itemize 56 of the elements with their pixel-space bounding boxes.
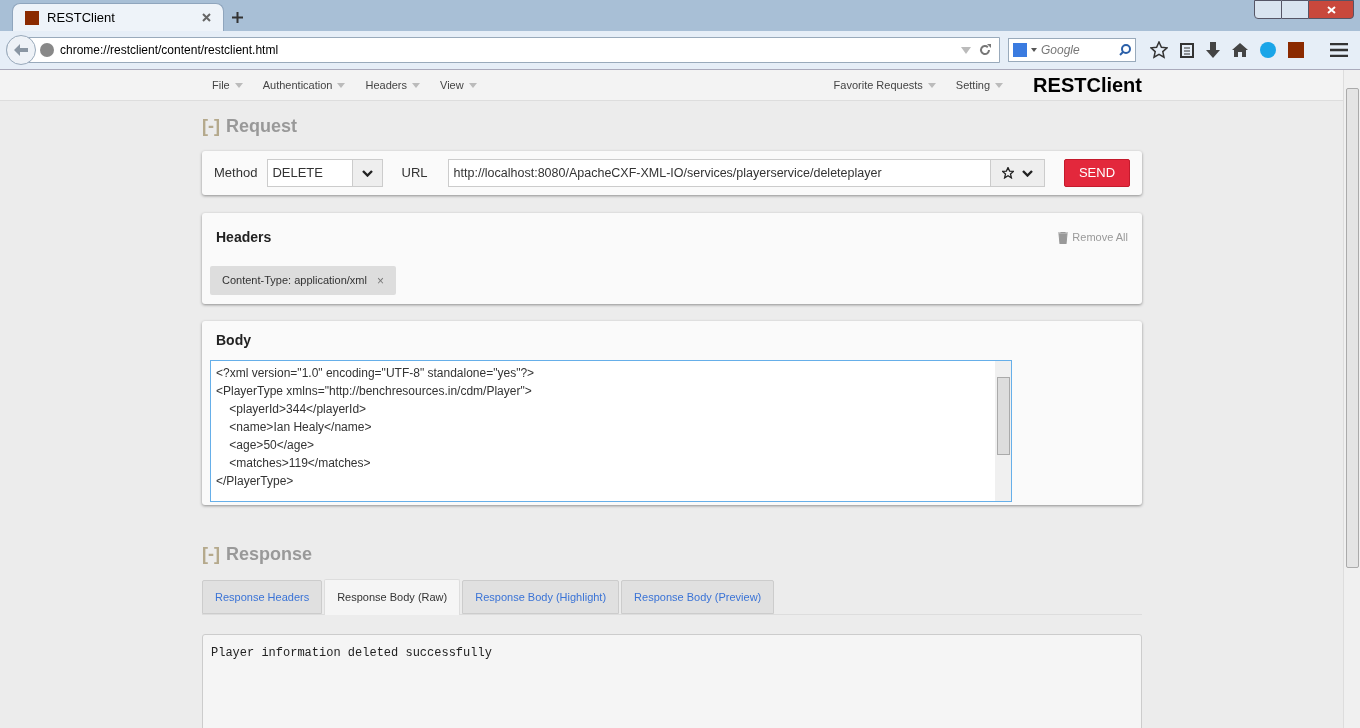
header-text: Content-Type: application/xml <box>222 273 367 289</box>
body-heading: Body <box>215 331 252 350</box>
download-icon[interactable] <box>1206 42 1220 58</box>
minimize-button[interactable] <box>1254 0 1282 19</box>
browser-tab[interactable]: RESTClient <box>12 3 224 31</box>
tab-title: RESTClient <box>47 8 116 27</box>
star-icon[interactable] <box>1002 167 1015 179</box>
app-brand: RESTClient <box>1033 73 1142 98</box>
reload-icon[interactable] <box>979 44 991 56</box>
response-tab[interactable]: Response Headers <box>202 580 323 614</box>
search-field[interactable]: Google <box>1008 38 1136 62</box>
close-icon[interactable] <box>202 13 211 22</box>
headers-heading: Headers <box>216 228 272 247</box>
new-tab-icon[interactable] <box>232 12 243 23</box>
chevron-down-icon <box>361 169 373 177</box>
caret-icon <box>234 82 243 88</box>
menu-item[interactable]: Setting <box>955 76 1004 94</box>
menu-item[interactable]: View <box>440 76 477 94</box>
response-tab[interactable]: Response Body (Preview) <box>621 580 775 614</box>
bookmark-star-icon[interactable] <box>1150 41 1168 59</box>
response-tab[interactable]: Response Body (Raw) <box>324 579 461 615</box>
caret-icon <box>995 82 1004 88</box>
menu-item[interactable]: File <box>212 76 243 94</box>
menu-item[interactable]: Authentication <box>262 76 346 94</box>
page-scrollbar[interactable] <box>1343 70 1360 728</box>
chevron-down-icon[interactable] <box>1022 169 1034 177</box>
back-button[interactable] <box>6 35 36 65</box>
caret-icon <box>927 82 936 88</box>
url-label: URL <box>401 164 428 183</box>
scrollbar[interactable] <box>995 361 1011 501</box>
menu-icon[interactable] <box>1330 43 1348 57</box>
menu-item[interactable]: Favorite Requests <box>833 76 936 94</box>
request-heading: Request <box>226 114 297 138</box>
response-heading: Response <box>226 542 312 566</box>
url-field[interactable]: http://localhost:8080/ApacheCXF-XML-IO/services/playerservice/deleteplayer <box>447 159 1046 187</box>
clipboard-icon[interactable] <box>1180 42 1194 58</box>
app-icon <box>25 10 39 25</box>
method-select[interactable]: DELETE <box>267 159 383 187</box>
caret-icon <box>337 82 346 88</box>
menu-item[interactable]: Headers <box>365 76 421 94</box>
close-icon <box>1326 5 1336 14</box>
caret-icon <box>1031 48 1037 52</box>
response-output: Player information deleted successfully <box>202 634 1142 728</box>
method-label: Method <box>214 164 258 183</box>
body-textarea[interactable] <box>210 360 1012 502</box>
close-button[interactable] <box>1308 0 1354 19</box>
trash-icon <box>1058 231 1069 244</box>
maximize-button[interactable] <box>1282 0 1308 19</box>
response-tab[interactable]: Response Body (Highlight) <box>462 580 620 614</box>
body-text: <?xml version="1.0" encoding="UTF-8" standalone="yes"?> <PlayerType xmlns="http://benchresources.in/cdm/Player"> <playerId>344</playerId> <name>Ian Healy</name> <age>50</age> <matches>119</matches> </PlayerType> <box>215 365 536 490</box>
home-icon[interactable] <box>1232 43 1248 57</box>
caret-icon <box>412 82 421 88</box>
back-arrow-icon <box>14 44 28 56</box>
caret-icon <box>468 82 477 88</box>
send-button[interactable]: SEND <box>1064 159 1130 187</box>
search-icon[interactable] <box>1119 44 1131 56</box>
